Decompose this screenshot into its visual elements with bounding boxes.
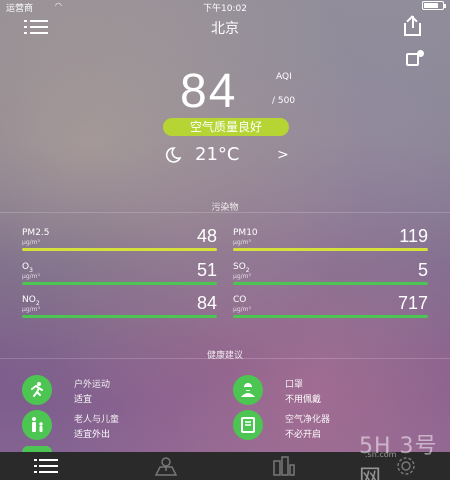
battery-icon: [422, 1, 446, 10]
mask-icon: [241, 383, 255, 397]
pollutant-value: 51: [196, 260, 217, 280]
advice-icon-circle: [233, 410, 263, 440]
advice-desc: 适宜外出: [74, 430, 111, 440]
temperature: 21°C: [195, 144, 240, 165]
tab-cities[interactable]: [264, 452, 304, 480]
pollutant-unit: μg/m³: [233, 239, 251, 246]
pollutant-bar: [233, 315, 428, 318]
advice-outdoor-exercise[interactable]: 户外运动 适宜: [22, 375, 202, 411]
aqi-max: / 500: [272, 96, 296, 106]
pollutant-name: PM10: [233, 228, 258, 238]
advice-title-text: 口罩: [285, 380, 304, 390]
advice-title: 健康建议: [206, 351, 243, 361]
watermark: 5H 3号网 .sn.com: [305, 420, 445, 480]
status-time: 下午10:02: [203, 4, 247, 14]
status-right: [422, 1, 446, 10]
advice-icon-circle: [22, 375, 52, 405]
pollutant-value: 48: [196, 226, 217, 246]
pollutant-bar: [233, 248, 428, 251]
running-icon: [31, 382, 43, 397]
weather-row[interactable]: 21°C >: [165, 144, 295, 166]
pollutant-unit: μg/m³: [233, 306, 251, 313]
aqi-value: 84: [180, 65, 238, 118]
pollutant-name: CO: [233, 295, 247, 305]
pollutant-unit: μg/m³: [22, 273, 40, 280]
notification-dot: [417, 50, 424, 57]
pollutant-bar: [22, 248, 217, 251]
pollutant-bar: [22, 315, 217, 318]
city-title: 北京: [211, 21, 239, 37]
map-icon: [154, 457, 178, 476]
watermark-url: .sn.com: [365, 450, 397, 459]
tab-list[interactable]: [26, 452, 66, 480]
advice-title-text: 老人与儿童: [74, 415, 120, 425]
pollutant-name-text: SO: [233, 262, 246, 272]
advice-icon-circle: [22, 410, 52, 440]
pollutant-unit: μg/m³: [22, 306, 40, 313]
pollutant-co[interactable]: CO μg/m³ 717: [233, 293, 428, 323]
pollutant-o3[interactable]: O3 μg/m³ 51: [22, 260, 217, 290]
family-icon: [32, 417, 43, 432]
pollutant-unit: μg/m³: [233, 273, 251, 280]
advice-elderly-children[interactable]: 老人与儿童 适宜外出: [22, 410, 202, 446]
share-button[interactable]: [402, 15, 424, 38]
pollutant-value: 5: [417, 260, 428, 280]
pollutant-bar: [22, 282, 217, 285]
aqi-label: AQI: [276, 72, 292, 82]
pollutant-value: 84: [196, 293, 217, 313]
tab-map[interactable]: [146, 452, 186, 480]
advice-desc: 不用佩戴: [285, 395, 322, 405]
pollutant-value: 717: [397, 293, 428, 313]
menu-list-icon: [34, 459, 58, 473]
status-bar: 运营商 ◠ 下午10:02: [0, 0, 450, 14]
pollutants-title: 污染物: [211, 203, 239, 213]
advice-desc: 适宜: [74, 395, 93, 405]
pollutant-pm25[interactable]: PM2.5 μg/m³ 48: [22, 226, 217, 256]
pollutant-so2[interactable]: SO2 μg/m³ 5: [233, 260, 428, 290]
pollutant-bar: [233, 282, 428, 285]
air-purifier-icon: [241, 417, 255, 433]
pollutant-pm10[interactable]: PM10 μg/m³ 119: [233, 226, 428, 256]
advice-mask[interactable]: 口罩 不用佩戴: [233, 375, 413, 411]
notification-button[interactable]: [406, 50, 424, 66]
pollutant-value: 119: [399, 226, 428, 246]
chevron-right-icon: >: [277, 147, 289, 163]
pollutant-no2[interactable]: NO2 μg/m³ 84: [22, 293, 217, 323]
advice-icon-circle: [233, 375, 263, 405]
pollutant-name-text: NO: [22, 295, 36, 305]
pollutant-unit: μg/m³: [22, 239, 40, 246]
city-buildings-icon: [273, 456, 295, 476]
moon-icon: [165, 147, 181, 163]
pollutant-name: PM2.5: [22, 228, 50, 238]
advice-title-text: 户外运动: [74, 380, 111, 390]
air-quality-badge: 空气质量良好: [163, 118, 289, 136]
